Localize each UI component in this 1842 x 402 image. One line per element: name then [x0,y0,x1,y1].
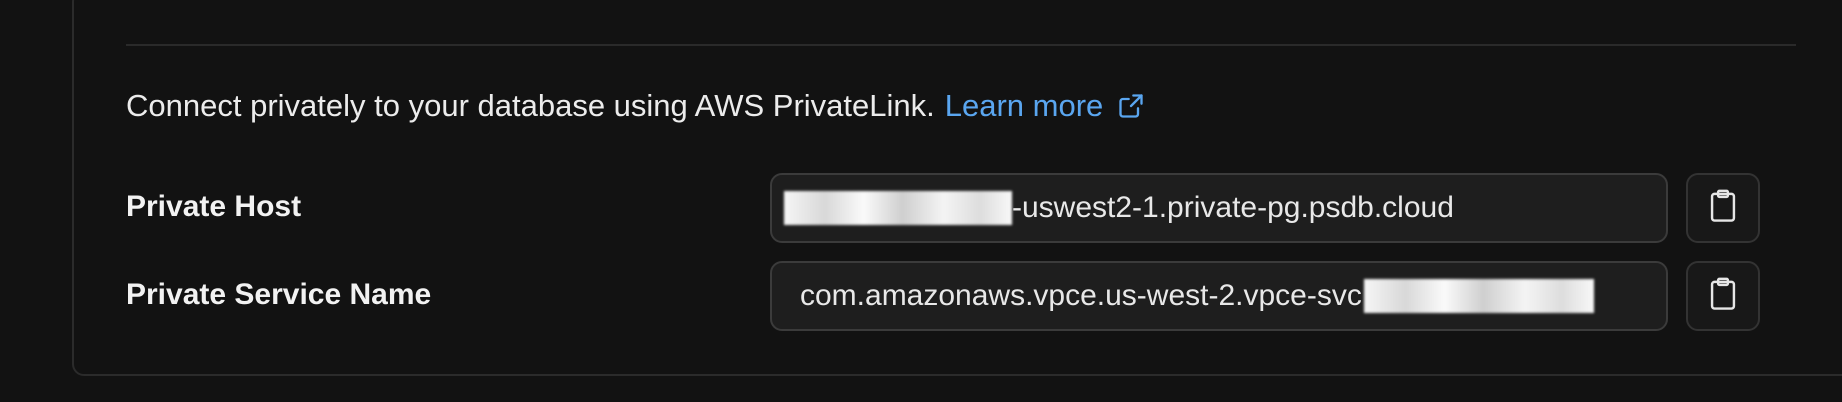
private-service-name-label: Private Service Name [126,278,432,311]
redacted-value [784,191,1012,225]
private-host-value: -uswest2-1.private-pg.psdb.cloud [1012,191,1454,224]
section-divider [126,44,1796,46]
learn-more-label: Learn more [944,88,1104,123]
copy-private-service-name-button[interactable] [1686,261,1760,331]
privatelink-description: Connect privately to your database using… [126,88,1145,124]
learn-more-link[interactable]: Learn more [945,88,1146,124]
private-service-name-field[interactable]: com.amazonaws.vpce.us-west-2.vpce-svc [770,261,1668,331]
private-host-label: Private Host [126,190,302,223]
private-service-name-value: com.amazonaws.vpce.us-west-2.vpce-svc [800,279,1362,312]
redacted-value [1363,279,1594,313]
description-text: Connect privately to your database using… [126,88,935,123]
clipboard-icon [1708,277,1738,316]
clipboard-icon [1708,189,1738,228]
copy-private-host-button[interactable] [1686,173,1760,243]
external-link-icon [1117,92,1145,120]
private-host-field[interactable]: -uswest2-1.private-pg.psdb.cloud [770,173,1668,243]
